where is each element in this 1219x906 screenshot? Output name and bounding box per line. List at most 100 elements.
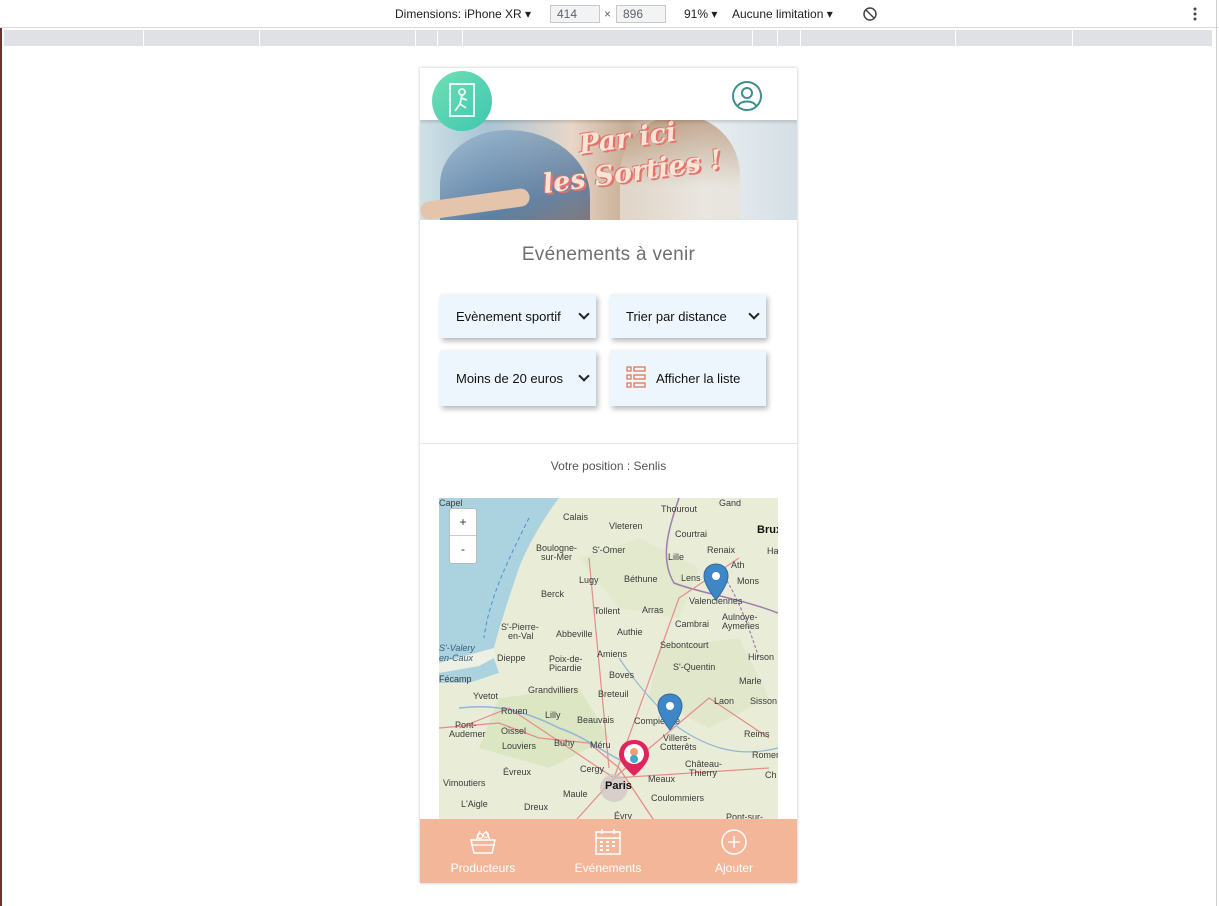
price-select-value: Moins de 20 euros	[456, 370, 563, 386]
map-city-label: Vimoutiers	[443, 778, 486, 788]
map-city-label: Lens	[681, 573, 701, 583]
map-city-label: Lilly	[545, 710, 561, 720]
map-city-label: Grandvilliers	[528, 685, 579, 695]
zoom-out-button[interactable]: -	[450, 536, 476, 563]
nav-evenements[interactable]: Evénements	[545, 819, 671, 883]
map-city-label: Rouen	[501, 706, 528, 716]
map-city-label: Cotterêts	[660, 742, 697, 752]
nav-ajouter-label: Ajouter	[714, 861, 754, 875]
user-position: Votre position : Senlis	[550, 459, 667, 473]
calendar-icon	[595, 829, 621, 855]
map-city-label: Courtrai	[675, 529, 708, 539]
event-marker[interactable]	[657, 693, 683, 731]
rotate-icon[interactable]	[862, 6, 878, 22]
map-city-label: en-Caux	[439, 653, 474, 663]
map-city-label: Dieppe	[497, 653, 526, 663]
map-city-label: Méru	[590, 740, 611, 750]
map-city-label: Breteuil	[598, 689, 629, 699]
map-city-label: Meaux	[648, 774, 676, 784]
width-input[interactable]: 414	[550, 5, 600, 23]
app-logo[interactable]	[432, 71, 492, 131]
map-city-label: Sisson	[750, 696, 778, 706]
map-city-label: Authie	[617, 627, 643, 637]
chevron-down-icon	[578, 308, 590, 320]
map-city-label: Ha	[767, 546, 778, 556]
map-city-label: Tollent	[594, 606, 621, 616]
events-map[interactable]: + - Capel Calais Vleteren Thourout Gand …	[439, 498, 778, 828]
map-city-label: Oissel	[501, 726, 527, 736]
map-city-label: Fécamp	[439, 674, 472, 684]
nav-producteurs[interactable]: Producteurs	[420, 819, 546, 883]
map-city-label: Béthune	[624, 574, 658, 584]
map-city-label: Lille	[668, 552, 685, 562]
more-options-icon[interactable]	[1191, 6, 1199, 22]
chevron-down-icon	[748, 308, 760, 320]
map-city-label: Brux	[757, 524, 778, 536]
map-city-label: S'-Valery	[439, 643, 475, 653]
media-query-ruler[interactable]	[4, 30, 1212, 46]
map-city-label: Arras	[642, 605, 664, 615]
sort-select-value: Trier par distance	[626, 308, 727, 324]
map-city-label: Dreux	[524, 802, 549, 812]
map-city-label: Capel	[439, 498, 463, 508]
map-city-label: Abbeville	[556, 629, 593, 639]
map-city-label: Romer	[752, 750, 778, 760]
sort-select[interactable]: Trier par distance	[610, 294, 766, 338]
exit-door-icon	[449, 83, 475, 117]
map-city-label: Lugy	[579, 575, 599, 585]
map-city-label: Yvetot	[473, 691, 499, 701]
map-city-label: Cergy	[580, 764, 605, 774]
map-city-label: en-Val	[508, 631, 534, 641]
map-city-label: Ath	[731, 560, 745, 570]
throttling-select[interactable]: Aucune limitation ▾	[732, 7, 833, 21]
bottom-navigation: Producteurs Evénements Ajouter	[420, 819, 797, 883]
device-select[interactable]: Dimensions: iPhone XR ▾	[395, 7, 531, 21]
map-zoom-control: + -	[449, 508, 477, 564]
map-city-label: Gand	[719, 498, 742, 508]
user-location-marker[interactable]	[617, 738, 651, 778]
window-edge-right	[1216, 0, 1217, 906]
map-city-label: Audemer	[449, 729, 486, 739]
map-city-label: S'-Quentin	[673, 662, 716, 672]
plus-circle-icon	[721, 829, 747, 855]
zoom-select[interactable]: 91% ▾	[684, 7, 717, 21]
price-select[interactable]: Moins de 20 euros	[440, 350, 596, 406]
map-city-label: sur-Mer	[541, 552, 572, 562]
show-list-button[interactable]: Afficher la liste	[610, 350, 766, 406]
map-city-label: S'-Omer	[592, 545, 626, 555]
map-city-label: Cambrai	[675, 619, 710, 629]
nav-evenements-label: Evénements	[574, 861, 642, 875]
list-icon	[626, 366, 646, 388]
map-city-label: Coulommiers	[651, 793, 705, 803]
event-marker[interactable]	[703, 563, 729, 601]
map-city-label: Louviers	[502, 741, 537, 751]
map-city-label: Renaix	[707, 545, 736, 555]
map-city-label: L'Aigle	[461, 799, 488, 809]
mobile-viewport: Par ici les Sorties ! Evénements à venir…	[420, 68, 797, 883]
map-city-label: Ch	[765, 770, 777, 780]
map-city-label: Berck	[541, 589, 565, 599]
map-city-label: Évreux	[503, 767, 532, 777]
device-toolbar: Dimensions: iPhone XR ▾ 414 × 896 91% ▾ …	[0, 0, 1219, 28]
user-circle-icon[interactable]	[731, 80, 763, 112]
map-city-label: Laon	[714, 696, 735, 706]
hero-banner: Par ici les Sorties !	[420, 120, 797, 220]
map-city-label: Beauvais	[577, 715, 615, 725]
map-city-label: Mons	[737, 576, 760, 586]
map-city-label: Vleteren	[609, 521, 643, 531]
zoom-in-button[interactable]: +	[450, 509, 476, 536]
category-select-value: Evènement sportif	[456, 308, 561, 324]
map-city-label: Thourout	[661, 504, 698, 514]
basket-icon	[470, 830, 496, 854]
nav-ajouter[interactable]: Ajouter	[671, 819, 797, 883]
category-select[interactable]: Evènement sportif	[440, 294, 596, 338]
map-city-label: Paris	[605, 780, 632, 792]
height-input[interactable]: 896	[616, 5, 666, 23]
chevron-down-icon	[578, 370, 590, 382]
map-city-label: Buhy	[554, 738, 575, 748]
map-city-label: Marle	[739, 676, 762, 686]
show-list-label: Afficher la liste	[656, 370, 741, 386]
map-city-label: Reims	[744, 729, 770, 739]
map-city-label: Amiens	[597, 649, 628, 659]
times-symbol: ×	[604, 7, 612, 21]
